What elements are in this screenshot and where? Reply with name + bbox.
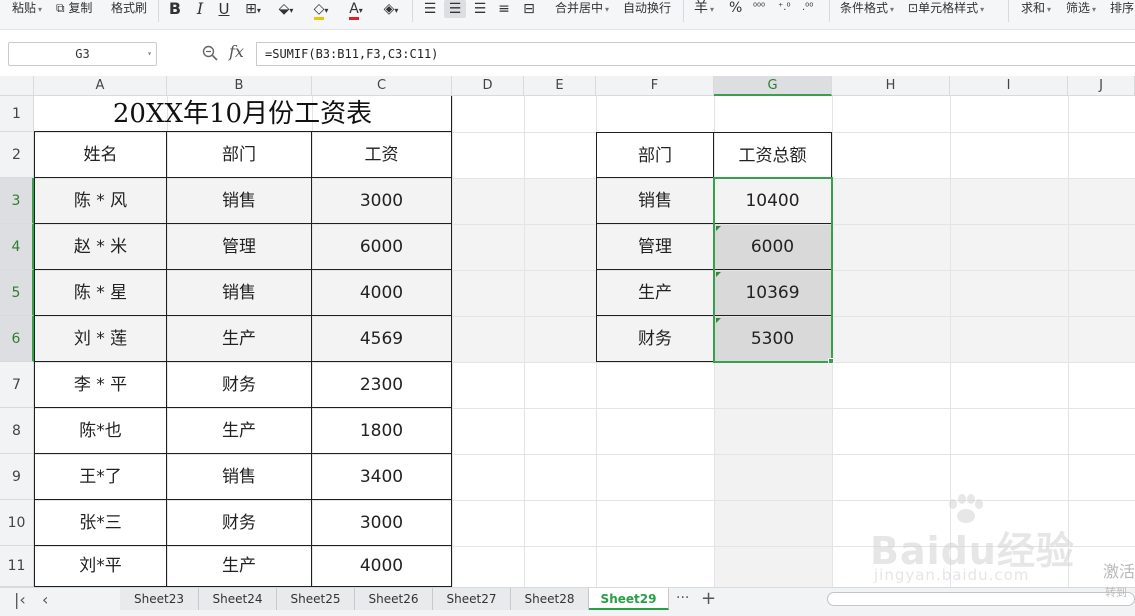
row-header-6[interactable]: 6 (0, 316, 34, 362)
table-cell[interactable]: 刘*平 (34, 546, 167, 587)
column-header-i[interactable]: I (950, 76, 1068, 96)
summary-cell[interactable]: 生产 (596, 270, 714, 316)
activation-text: 激活 (1103, 562, 1135, 581)
summary-cell[interactable]: 管理 (596, 224, 714, 270)
table-header-cell[interactable]: 部门 (167, 132, 312, 178)
table-cell[interactable]: 陈 * 星 (34, 270, 167, 316)
summary-cell[interactable]: 6000 (714, 224, 832, 270)
column-header-c[interactable]: C (312, 76, 452, 96)
select-all-corner[interactable] (0, 76, 34, 96)
table-cell[interactable]: 销售 (167, 454, 312, 500)
table-header-cell[interactable]: 工资 (312, 132, 452, 178)
row-header-4[interactable]: 4 (0, 224, 34, 270)
table-cell[interactable]: 4000 (312, 546, 452, 587)
column-header-b[interactable]: B (167, 76, 312, 96)
watermark: Baidu经验 jingyan.baidu.com (870, 494, 1080, 589)
sheet-tab-bar: |‹ ‹ Sheet23 Sheet24 Sheet25 Sheet26 Sheet27… (0, 587, 1135, 616)
fill-handle[interactable] (828, 358, 834, 364)
column-header-e[interactable]: E (524, 76, 596, 96)
column-header-a[interactable]: A (34, 76, 167, 96)
sheet-tab-sheet24[interactable]: Sheet24 (199, 588, 277, 610)
row-header-5[interactable]: 5 (0, 270, 34, 316)
table-cell[interactable]: 张*三 (34, 500, 167, 546)
row-header-10[interactable]: 10 (0, 500, 34, 546)
grid-column-line (452, 96, 453, 587)
row-header-1[interactable]: 1 (0, 96, 34, 132)
table-cell[interactable]: 财务 (167, 362, 312, 408)
row-header-7[interactable]: 7 (0, 362, 34, 408)
formula-marker-icon (716, 226, 721, 231)
table-cell[interactable]: 王*了 (34, 454, 167, 500)
horizontal-scrollbar[interactable] (827, 592, 1135, 606)
table-cell[interactable]: 1800 (312, 408, 452, 454)
formula-marker-icon (716, 272, 721, 277)
row-header-11[interactable]: 11 (0, 546, 34, 587)
sheet-tab-sheet28[interactable]: Sheet28 (511, 588, 589, 610)
summary-cell[interactable]: 10400 (714, 178, 832, 224)
column-header-j[interactable]: J (1068, 76, 1135, 96)
formula-marker-icon (716, 318, 721, 323)
table-header-cell[interactable]: 姓名 (34, 132, 167, 178)
activation-subtext: 转到 (1105, 586, 1127, 599)
summary-cell[interactable]: 10369 (714, 270, 832, 316)
table-cell[interactable]: 4569 (312, 316, 452, 362)
sheet-title[interactable]: 20XX年10月份工资表 (34, 96, 452, 132)
table-cell[interactable]: 李 * 平 (34, 362, 167, 408)
table-cell[interactable]: 4000 (312, 270, 452, 316)
row-header-8[interactable]: 8 (0, 408, 34, 454)
add-sheet-icon[interactable]: + (701, 588, 716, 609)
column-header-f[interactable]: F (596, 76, 714, 96)
table-cell[interactable]: 赵 * 米 (34, 224, 167, 270)
table-cell[interactable]: 3000 (312, 500, 452, 546)
column-band (714, 362, 832, 587)
table-cell[interactable]: 3400 (312, 454, 452, 500)
summary-cell[interactable]: 财务 (596, 316, 714, 362)
sheet-tab-sheet26[interactable]: Sheet26 (355, 588, 433, 610)
sheet-tab-sheet29[interactable]: Sheet29 (589, 588, 669, 610)
table-cell[interactable]: 财务 (167, 500, 312, 546)
watermark-url: jingyan.baidu.com (874, 566, 1030, 584)
summary-cell[interactable]: 5300 (714, 316, 832, 362)
spreadsheet-app: 粘贴 ▾ ⧉ 复制 格式刷 B I U ⊞▾ ⬙▾ ◇▾ A▾ ◈▾ ☰ ☰ ☰ … (0, 0, 1135, 616)
grid-column-line (832, 96, 833, 587)
table-cell[interactable]: 刘 * 莲 (34, 316, 167, 362)
table-cell[interactable]: 6000 (312, 224, 452, 270)
table-cell[interactable]: 销售 (167, 178, 312, 224)
summary-header-cell[interactable]: 工资总额 (714, 132, 832, 178)
sheet-tab-sheet23[interactable]: Sheet23 (120, 588, 199, 610)
grid-column-line (524, 96, 525, 587)
table-cell[interactable]: 陈*也 (34, 408, 167, 454)
table-cell[interactable]: 销售 (167, 270, 312, 316)
table-cell[interactable]: 3000 (312, 178, 452, 224)
summary-cell[interactable]: 销售 (596, 178, 714, 224)
table-cell[interactable]: 管理 (167, 224, 312, 270)
summary-header-cell[interactable]: 部门 (596, 132, 714, 178)
table-cell[interactable]: 生产 (167, 546, 312, 587)
prev-sheet-icon[interactable]: ‹ (42, 590, 48, 609)
sheet-tab-sheet25[interactable]: Sheet25 (277, 588, 355, 610)
table-cell[interactable]: 陈 * 风 (34, 178, 167, 224)
column-header-h[interactable]: H (832, 76, 950, 96)
table-cell[interactable]: 生产 (167, 408, 312, 454)
sheet-tab-sheet27[interactable]: Sheet27 (433, 588, 511, 610)
row-header-2[interactable]: 2 (0, 132, 34, 178)
more-sheets-icon[interactable]: ··· (676, 590, 689, 606)
row-header-9[interactable]: 9 (0, 454, 34, 500)
column-header-d[interactable]: D (452, 76, 524, 96)
first-sheet-icon[interactable]: |‹ (14, 590, 26, 609)
table-cell[interactable]: 生产 (167, 316, 312, 362)
table-cell[interactable]: 2300 (312, 362, 452, 408)
row-header-3[interactable]: 3 (0, 178, 34, 224)
column-header-g[interactable]: G (714, 76, 832, 96)
